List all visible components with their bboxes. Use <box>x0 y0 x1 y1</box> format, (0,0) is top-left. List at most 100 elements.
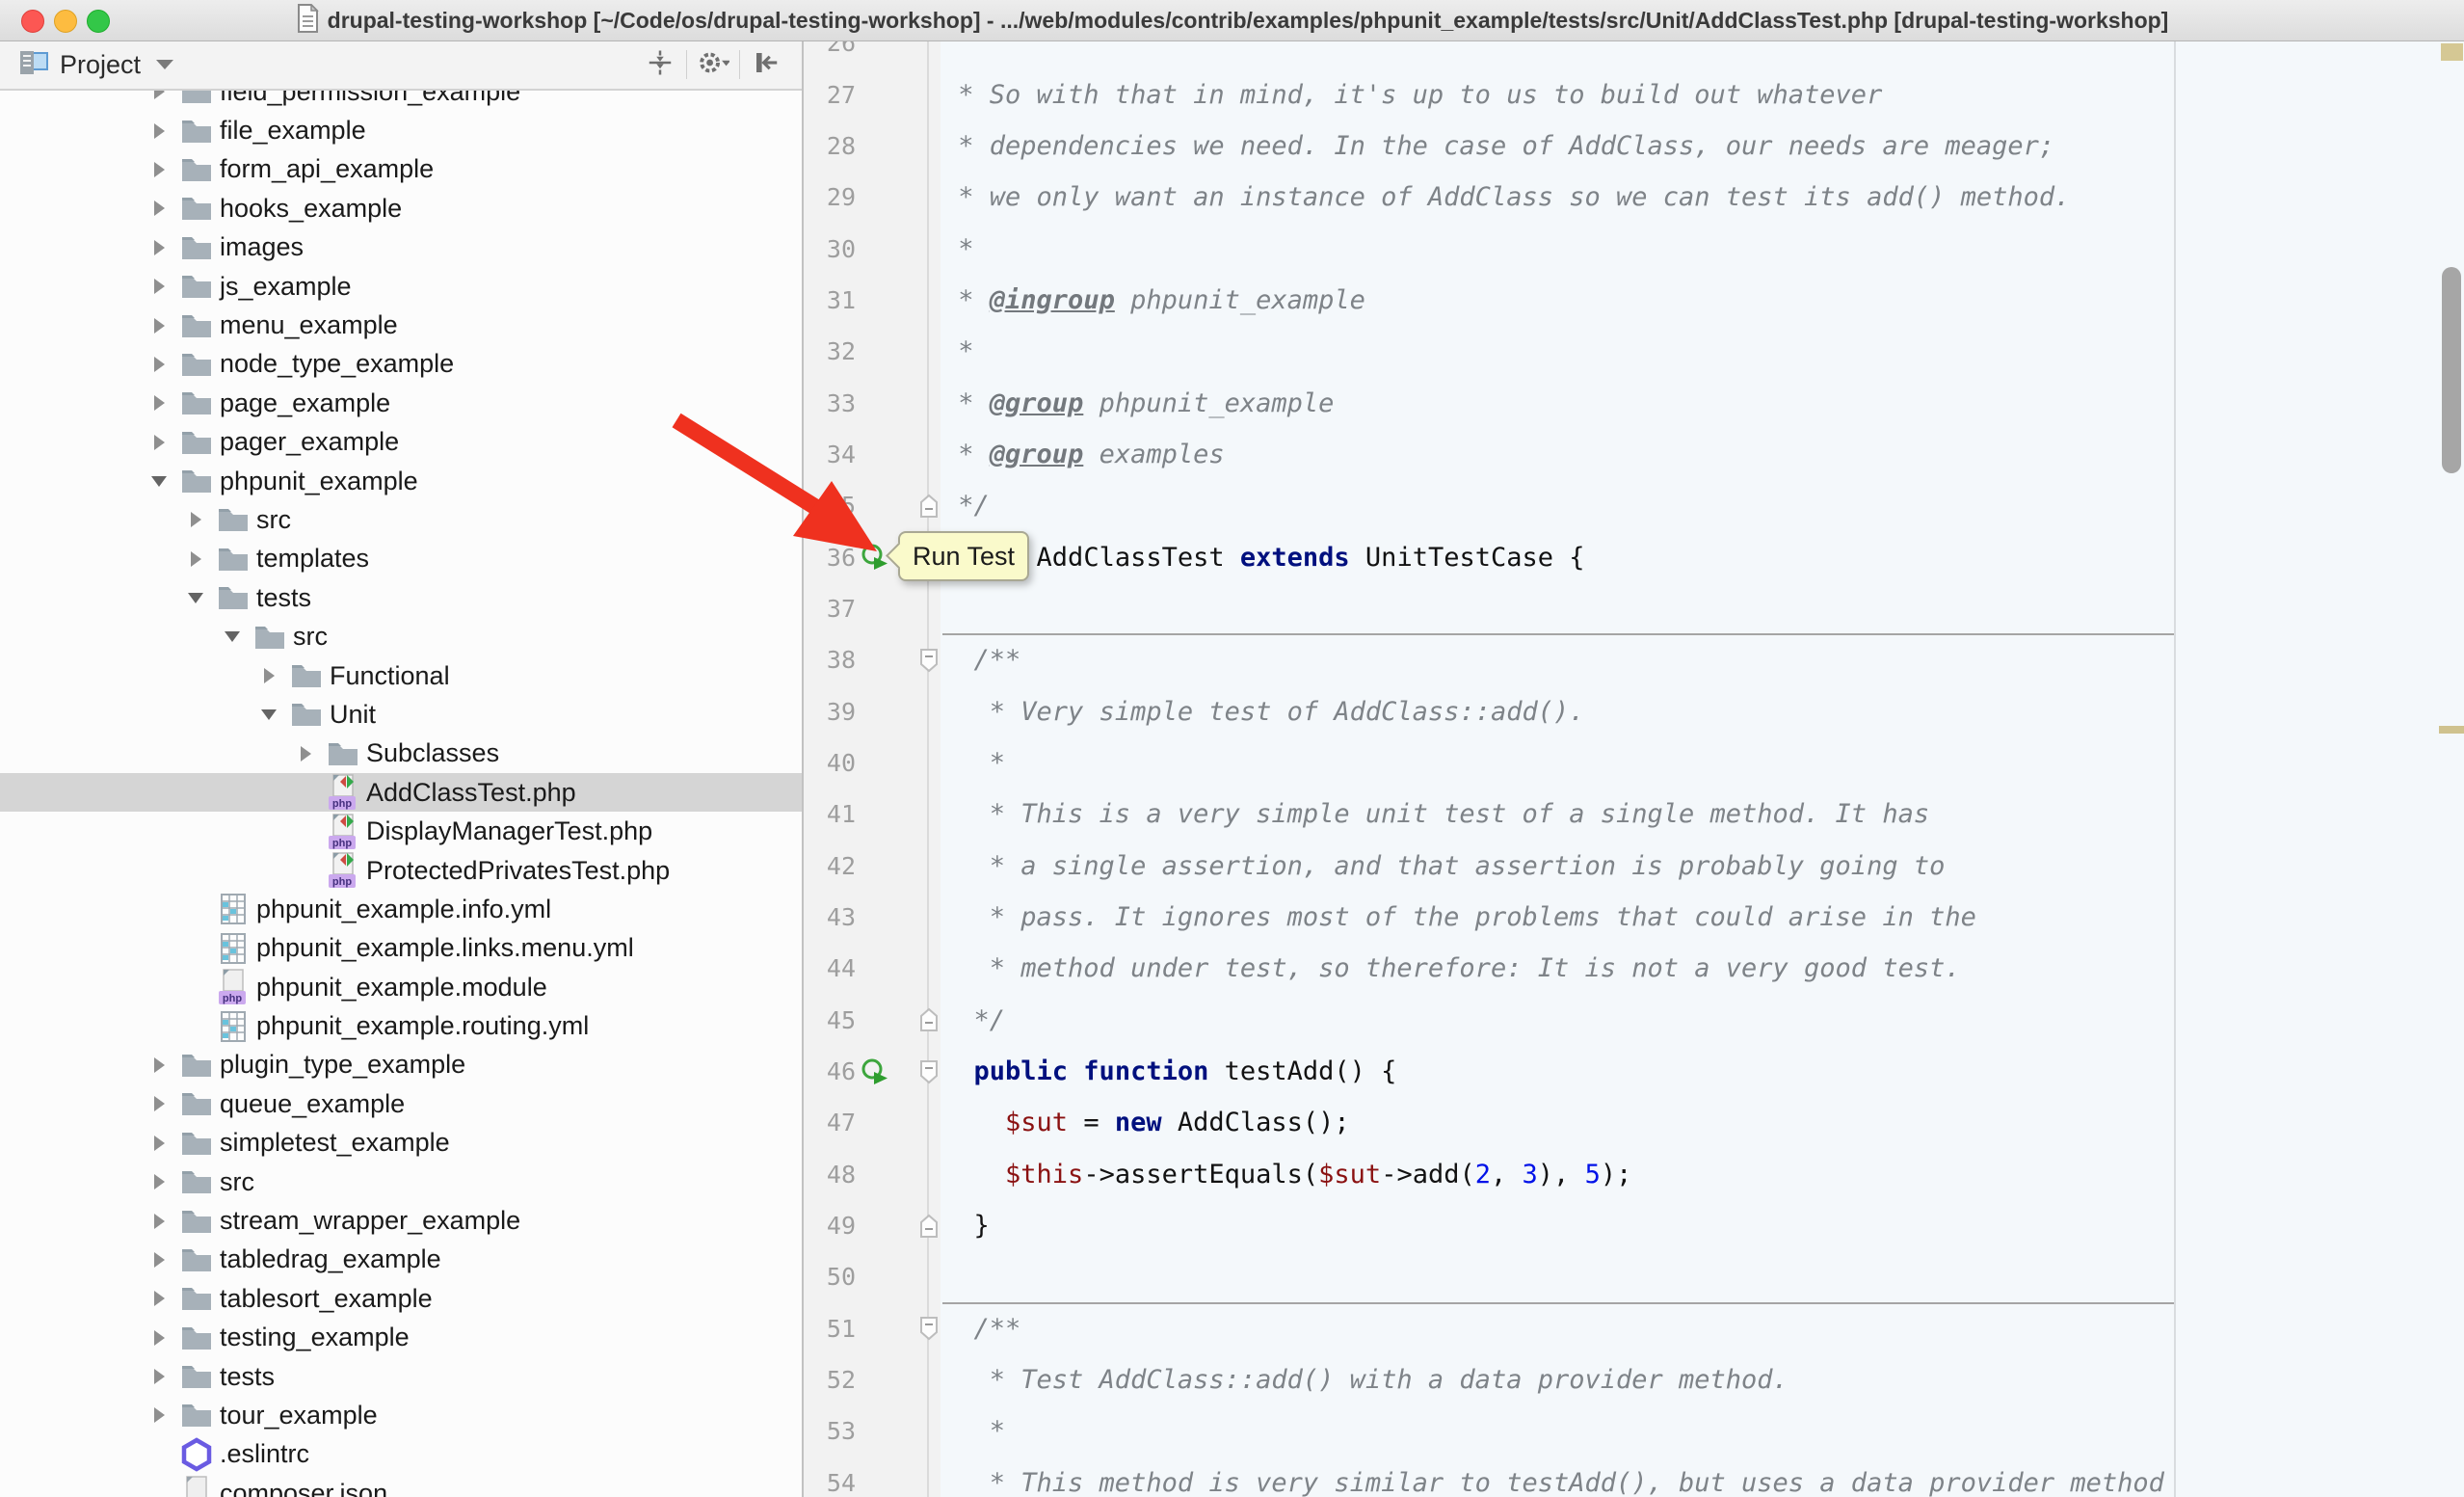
code-text[interactable]: /** <box>942 645 1020 675</box>
tree-item-testing-example[interactable]: testing_example <box>0 1319 802 1357</box>
code-text[interactable]: * method under test, so therefore: It is… <box>942 953 1961 983</box>
tree-item-phpunit-example-links-menu-yml[interactable]: phpunit_example.links.menu.yml <box>0 929 802 968</box>
tree-item-page-example[interactable]: page_example <box>0 384 802 422</box>
fold-marker-open[interactable] <box>894 648 942 673</box>
run-test-tooltip[interactable]: Run Test <box>898 531 1029 581</box>
tree-item-composer-json[interactable]: {}composer.json <box>0 1474 802 1497</box>
tree-item-eslintrc[interactable]: .eslintrc <box>0 1435 802 1474</box>
tree-item-file-example[interactable]: file_example <box>0 111 802 149</box>
code-text[interactable]: public function testAdd() { <box>942 1056 1396 1086</box>
chevron-collapsed-icon[interactable] <box>143 162 175 177</box>
chevron-collapsed-icon[interactable] <box>143 1136 175 1151</box>
chevron-collapsed-icon[interactable] <box>143 1407 175 1423</box>
chevron-collapsed-icon[interactable] <box>252 668 285 683</box>
code-text[interactable]: * This is a very simple unit test of a s… <box>942 799 1929 829</box>
tree-item-phpunit-example[interactable]: phpunit_example <box>0 462 802 500</box>
code-text[interactable]: * <box>942 336 974 366</box>
code-text[interactable]: * @ingroup phpunit_example <box>942 285 1365 315</box>
fold-marker-open[interactable] <box>894 1059 942 1084</box>
tree-item-hooks-example[interactable]: hooks_example <box>0 189 802 227</box>
chevron-expanded-icon[interactable] <box>143 476 175 487</box>
tree-item-src[interactable]: src <box>0 617 802 655</box>
chevron-collapsed-icon[interactable] <box>179 512 212 527</box>
chevron-expanded-icon[interactable] <box>252 709 285 720</box>
tree-item-phpunit-example-module[interactable]: phpphpunit_example.module <box>0 968 802 1006</box>
code-text[interactable]: * So with that in mind, it's up to us to… <box>942 80 1882 110</box>
chevron-expanded-icon[interactable] <box>179 593 212 603</box>
tree-item-tests[interactable]: tests <box>0 578 802 617</box>
code-text[interactable]: * @group phpunit_example <box>942 388 1334 418</box>
tree-item-src[interactable]: src <box>0 1163 802 1201</box>
tree-item-pager-example[interactable]: pager_example <box>0 423 802 462</box>
settings-button[interactable] <box>691 45 735 84</box>
chevron-collapsed-icon[interactable] <box>143 318 175 334</box>
tree-item-subclasses[interactable]: Subclasses <box>0 735 802 773</box>
code-text[interactable]: * Test AddClass::add() with a data provi… <box>942 1365 1788 1395</box>
tree-item-field-permission-example[interactable]: field_permission_example <box>0 91 802 111</box>
tree-item-phpunit-example-routing-yml[interactable]: phpunit_example.routing.yml <box>0 1006 802 1045</box>
editor-scrollbar-thumb[interactable] <box>2442 267 2461 473</box>
tree-item-tests[interactable]: tests <box>0 1357 802 1396</box>
project-panel-title[interactable]: Project <box>60 50 141 80</box>
code-text[interactable]: * This method is very similar to testAdd… <box>942 1468 2164 1497</box>
code-text[interactable]: * <box>942 1416 1005 1446</box>
hide-panel-button[interactable] <box>744 45 788 84</box>
chevron-collapsed-icon[interactable] <box>289 746 322 762</box>
chevron-collapsed-icon[interactable] <box>143 1057 175 1073</box>
chevron-collapsed-icon[interactable] <box>143 200 175 216</box>
code-text[interactable]: * we only want an instance of AddClass s… <box>942 182 2070 212</box>
tree-item-form-api-example[interactable]: form_api_example <box>0 150 802 189</box>
error-stripe-mark[interactable] <box>2441 43 2463 61</box>
tree-item-displaymanagertest-php[interactable]: phpDisplayManagerTest.php <box>0 812 802 850</box>
run-test-gutter-icon[interactable] <box>856 1056 894 1087</box>
tree-item-plugin-type-example[interactable]: plugin_type_example <box>0 1046 802 1084</box>
code-text[interactable]: */ <box>942 491 990 521</box>
fold-marker-close[interactable] <box>894 494 942 519</box>
tree-item-functional[interactable]: Functional <box>0 656 802 695</box>
chevron-collapsed-icon[interactable] <box>143 1096 175 1111</box>
tree-item-templates[interactable]: templates <box>0 540 802 578</box>
code-text[interactable]: */ <box>942 1005 1005 1035</box>
tree-item-addclasstest-php[interactable]: phpAddClassTest.php <box>0 773 802 812</box>
chevron-collapsed-icon[interactable] <box>143 357 175 372</box>
code-text[interactable]: } <box>942 1211 990 1241</box>
code-text[interactable]: * dependencies we need. In the case of A… <box>942 131 2054 161</box>
code-text[interactable]: * pass. It ignores most of the problems … <box>942 902 1976 932</box>
chevron-collapsed-icon[interactable] <box>143 123 175 139</box>
chevron-down-icon[interactable] <box>156 60 173 69</box>
chevron-collapsed-icon[interactable] <box>143 1369 175 1384</box>
tree-item-queue-example[interactable]: queue_example <box>0 1084 802 1123</box>
code-text[interactable]: * <box>942 234 974 264</box>
collapse-all-button[interactable] <box>638 45 682 84</box>
code-text[interactable]: $sut = new AddClass(); <box>942 1108 1350 1137</box>
tree-item-unit[interactable]: Unit <box>0 695 802 734</box>
code-text[interactable]: * @group examples <box>942 440 1225 469</box>
chevron-collapsed-icon[interactable] <box>143 1291 175 1306</box>
code-text[interactable]: $this->assertEquals($sut->add(2, 3), 5); <box>942 1160 1631 1190</box>
tree-item-menu-example[interactable]: menu_example <box>0 306 802 344</box>
fold-marker-close[interactable] <box>894 1214 942 1239</box>
chevron-collapsed-icon[interactable] <box>143 1252 175 1268</box>
tree-item-protectedprivatestest-php[interactable]: phpProtectedPrivatesTest.php <box>0 851 802 890</box>
chevron-expanded-icon[interactable] <box>216 631 249 642</box>
chevron-collapsed-icon[interactable] <box>143 1330 175 1346</box>
fold-marker-close[interactable] <box>894 1007 942 1032</box>
chevron-collapsed-icon[interactable] <box>143 1174 175 1190</box>
tree-item-tour-example[interactable]: tour_example <box>0 1396 802 1434</box>
tree-item-stream-wrapper-example[interactable]: stream_wrapper_example <box>0 1201 802 1240</box>
chevron-collapsed-icon[interactable] <box>143 91 175 99</box>
chevron-collapsed-icon[interactable] <box>179 551 212 567</box>
chevron-collapsed-icon[interactable] <box>143 279 175 294</box>
tree-item-images[interactable]: images <box>0 228 802 267</box>
error-stripe-mark[interactable] <box>2439 726 2464 734</box>
chevron-collapsed-icon[interactable] <box>143 395 175 411</box>
fold-marker-open[interactable] <box>894 1316 942 1341</box>
code-text[interactable]: * a single assertion, and that assertion… <box>942 851 1945 881</box>
chevron-collapsed-icon[interactable] <box>143 240 175 255</box>
code-text[interactable]: * Very simple test of AddClass::add(). <box>942 697 1584 727</box>
tree-item-src[interactable]: src <box>0 500 802 539</box>
tree-item-tabledrag-example[interactable]: tabledrag_example <box>0 1241 802 1279</box>
code-text[interactable]: /** <box>942 1314 1020 1344</box>
tree-item-tablesort-example[interactable]: tablesort_example <box>0 1279 802 1318</box>
code-text[interactable]: class AddClassTest extends UnitTestCase … <box>942 543 1585 573</box>
